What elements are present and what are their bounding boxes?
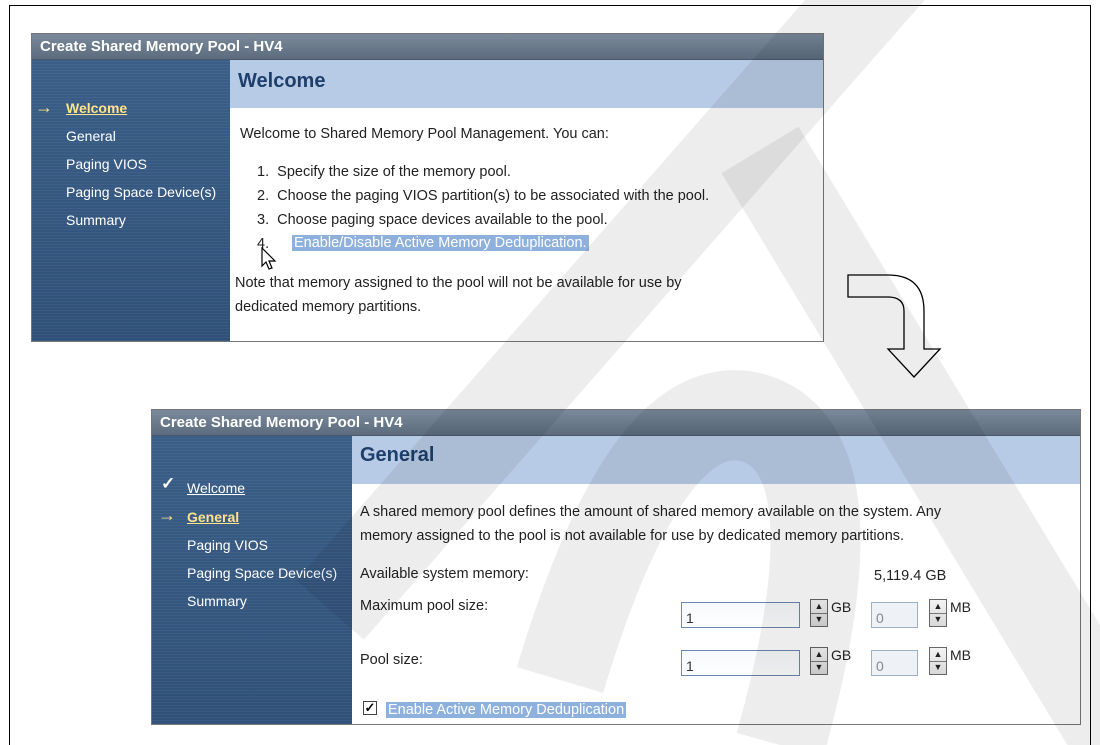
max-pool-size-gb-input[interactable]	[681, 602, 800, 628]
wizard-nav: ✓ Welcome → General Paging VIOS Paging S…	[152, 436, 352, 724]
nav-summary[interactable]: Summary	[66, 212, 126, 228]
nav-welcome[interactable]: Welcome	[187, 480, 245, 496]
description-line-1: A shared memory pool defines the amount …	[360, 504, 942, 520]
nav-general[interactable]: General	[187, 509, 239, 525]
unit-gb: GB	[831, 647, 852, 663]
page-title: Welcome	[230, 60, 823, 108]
checkmark-icon: ✓	[161, 474, 176, 493]
available-memory-value: 5,119.4 GB	[874, 568, 947, 584]
window-title: Create Shared Memory Pool - HV4	[32, 34, 823, 60]
note-line-2: dedicated memory partitions.	[235, 299, 422, 315]
spinner-down-icon[interactable]: ▼	[930, 613, 946, 626]
unit-gb: GB	[831, 599, 852, 615]
spinner-up-icon[interactable]: ▲	[811, 648, 827, 662]
nav-paging-space-devices[interactable]: Paging Space Device(s)	[66, 184, 216, 200]
nav-summary[interactable]: Summary	[187, 593, 247, 609]
max-pool-size-gb-spinner[interactable]: ▲ ▼	[810, 599, 828, 627]
pool-size-mb-spinner[interactable]: ▲ ▼	[929, 647, 947, 675]
spinner-down-icon[interactable]: ▼	[811, 613, 827, 626]
step-1: 1. Specify the size of the memory pool.	[257, 164, 511, 180]
nav-paging-vios[interactable]: Paging VIOS	[66, 156, 147, 172]
wizard-nav: → Welcome General Paging VIOS Paging Spa…	[32, 60, 230, 341]
dedup-checkbox[interactable]: ✓	[363, 701, 377, 715]
window-title: Create Shared Memory Pool - HV4	[152, 410, 1080, 436]
dedup-label[interactable]: Enable Active Memory Deduplication	[386, 702, 627, 718]
arrow-right-icon: →	[35, 97, 53, 117]
available-memory-label: Available system memory:	[360, 566, 529, 582]
mouse-cursor-icon	[261, 247, 277, 270]
max-pool-size-mb-input[interactable]	[871, 602, 918, 628]
nav-general[interactable]: General	[66, 128, 116, 144]
note-line-1: Note that memory assigned to the pool wi…	[235, 275, 682, 291]
max-pool-size-mb-spinner[interactable]: ▲ ▼	[929, 599, 947, 627]
step-4-text: Enable/Disable Active Memory Deduplicati…	[292, 235, 589, 251]
spinner-up-icon[interactable]: ▲	[930, 600, 946, 614]
general-window: Create Shared Memory Pool - HV4 ✓ Welcom…	[151, 409, 1081, 725]
welcome-window: Create Shared Memory Pool - HV4 → Welcom…	[31, 33, 824, 342]
spinner-up-icon[interactable]: ▲	[930, 648, 946, 662]
step-2: 2. Choose the paging VIOS partition(s) t…	[257, 188, 710, 204]
spinner-down-icon[interactable]: ▼	[811, 661, 827, 674]
unit-mb: MB	[950, 599, 971, 615]
max-pool-size-label: Maximum pool size:	[360, 598, 489, 614]
intro-text: Welcome to Shared Memory Pool Management…	[240, 126, 609, 142]
page-title: General	[352, 436, 1080, 484]
pool-size-gb-spinner[interactable]: ▲ ▼	[810, 647, 828, 675]
nav-welcome[interactable]: Welcome	[66, 100, 127, 116]
pool-size-label: Pool size:	[360, 652, 423, 668]
pool-size-gb-input[interactable]	[681, 650, 800, 676]
spinner-down-icon[interactable]: ▼	[930, 661, 946, 674]
arrow-right-icon: →	[158, 505, 176, 525]
welcome-content: Welcome Welcome to Shared Memory Pool Ma…	[230, 60, 823, 341]
pool-size-mb-input[interactable]	[871, 650, 918, 676]
step-3: 3. Choose paging space devices available…	[257, 212, 608, 228]
nav-paging-vios[interactable]: Paging VIOS	[187, 537, 268, 553]
nav-paging-space-devices[interactable]: Paging Space Device(s)	[187, 565, 337, 581]
curved-arrow-icon	[847, 274, 942, 378]
unit-mb: MB	[950, 647, 971, 663]
spinner-up-icon[interactable]: ▲	[811, 600, 827, 614]
general-content: General A shared memory pool defines the…	[352, 436, 1080, 724]
description-line-2: memory assigned to the pool is not avail…	[360, 528, 905, 544]
